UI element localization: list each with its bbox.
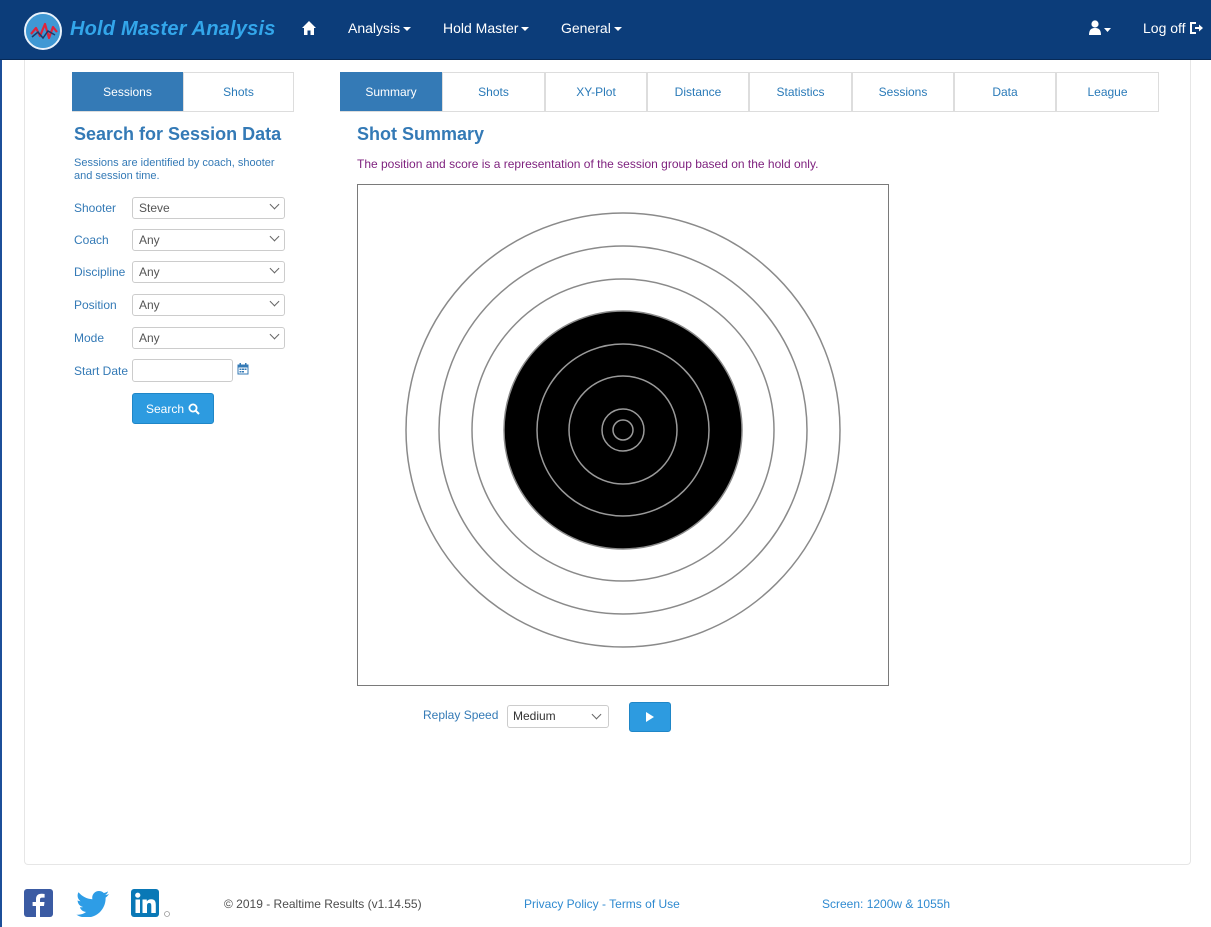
- terms-of-use-link[interactable]: Terms of Use: [609, 897, 680, 911]
- caret-down-icon: [1104, 28, 1111, 32]
- tab-label: Distance: [674, 85, 722, 99]
- tab-label: Sessions: [878, 85, 928, 99]
- user-menu[interactable]: [1089, 20, 1117, 39]
- search-button-label: Search: [145, 401, 185, 416]
- chevron-down-icon: [269, 296, 280, 307]
- discipline-select[interactable]: Any: [132, 261, 285, 283]
- coach-label: Coach: [74, 233, 109, 247]
- page-subtitle: The position and score is a representati…: [357, 157, 819, 171]
- shooting-target-icon: [405, 212, 841, 648]
- shooter-select-value: Steve: [139, 201, 170, 215]
- logoff-link[interactable]: Log off: [1143, 20, 1204, 36]
- top-navbar: Hold Master Analysis Analysis Hold Maste…: [0, 0, 1211, 60]
- tab-shots[interactable]: Shots: [442, 72, 545, 111]
- mode-select-value: Any: [139, 331, 160, 345]
- start-date-label: Start Date: [74, 364, 129, 378]
- chevron-down-icon: [591, 709, 602, 720]
- copyright-text: © 2019 - Realtime Results (v1.14.55): [224, 897, 422, 911]
- tab-data[interactable]: Data: [954, 72, 1056, 111]
- nav-menu-general[interactable]: General: [561, 20, 622, 36]
- discipline-select-value: Any: [139, 265, 160, 279]
- brand-logo-icon[interactable]: [24, 12, 62, 50]
- linkedin-icon[interactable]: [131, 889, 173, 920]
- privacy-policy-link[interactable]: Privacy Policy: [524, 897, 599, 911]
- replay-speed-select[interactable]: Medium: [507, 705, 609, 728]
- tab-label: Sessions: [103, 85, 152, 99]
- logoff-label: Log off: [1143, 20, 1186, 36]
- start-date-input[interactable]: [132, 359, 233, 382]
- tab-summary[interactable]: Summary: [340, 72, 442, 111]
- page-title: Shot Summary: [357, 124, 485, 144]
- play-button[interactable]: [629, 702, 671, 732]
- facebook-icon[interactable]: [24, 889, 53, 920]
- tab-label: Statistics: [776, 85, 825, 99]
- tab-xy-plot[interactable]: XY-Plot: [545, 72, 647, 111]
- shooter-label: Shooter: [74, 201, 117, 215]
- position-select-value: Any: [139, 298, 160, 312]
- nav-menu-analysis[interactable]: Analysis: [348, 20, 412, 36]
- legal-links: Privacy Policy - Terms of Use: [524, 897, 680, 911]
- target-view[interactable]: [357, 184, 889, 686]
- search-icon: [188, 403, 200, 415]
- brand-title[interactable]: Hold Master Analysis: [70, 18, 276, 41]
- position-select[interactable]: Any: [132, 294, 285, 316]
- caret-down-icon: [403, 27, 412, 31]
- left-frame-border: [0, 60, 8, 927]
- coach-select-value: Any: [139, 233, 160, 247]
- tab-sessions-left[interactable]: Sessions: [72, 72, 183, 111]
- screen-size-info: Screen: 1200w & 1055h: [822, 897, 951, 911]
- coach-select[interactable]: Any: [132, 229, 285, 251]
- search-button[interactable]: Search: [132, 393, 214, 424]
- chevron-down-icon: [269, 263, 280, 274]
- nav-menu-hold-master-label: Hold Master: [443, 20, 519, 36]
- tab-label: XY-Plot: [576, 85, 616, 99]
- position-label: Position: [74, 298, 117, 312]
- search-title: Search for Session Data: [74, 124, 282, 144]
- chevron-down-icon: [269, 329, 280, 340]
- mode-select[interactable]: Any: [132, 327, 285, 349]
- legal-separator: -: [598, 897, 610, 911]
- user-icon: [1089, 20, 1111, 35]
- play-icon: [646, 712, 654, 722]
- tab-label: Shots: [478, 85, 509, 99]
- tab-distance[interactable]: Distance: [647, 72, 749, 111]
- replay-speed-value: Medium: [513, 709, 556, 723]
- twitter-icon[interactable]: [76, 891, 109, 920]
- tab-league[interactable]: League: [1056, 72, 1159, 111]
- tab-label: Summary: [365, 85, 417, 99]
- replay-speed-label: Replay Speed: [423, 708, 499, 722]
- nav-menu-hold-master[interactable]: Hold Master: [443, 20, 530, 36]
- search-description: Sessions are identified by coach, shoote…: [74, 157, 275, 182]
- shooter-select[interactable]: Steve: [132, 197, 285, 219]
- discipline-label: Discipline: [74, 265, 126, 279]
- caret-down-icon: [613, 27, 622, 31]
- chevron-down-icon: [269, 231, 280, 242]
- tab-sessions[interactable]: Sessions: [852, 72, 954, 111]
- tab-label: Data: [992, 85, 1018, 99]
- caret-down-icon: [521, 27, 530, 31]
- tab-divider: [72, 111, 294, 112]
- sign-out-icon: [1190, 22, 1204, 34]
- calendar-icon[interactable]: [237, 363, 249, 378]
- tab-label: League: [1087, 85, 1128, 99]
- nav-menu-general-label: General: [561, 20, 611, 36]
- tab-label: Shots: [223, 85, 254, 99]
- tab-divider: [340, 111, 1159, 112]
- home-icon[interactable]: [301, 20, 317, 36]
- nav-menu-analysis-label: Analysis: [348, 20, 401, 36]
- mode-label: Mode: [74, 331, 105, 345]
- tab-statistics[interactable]: Statistics: [749, 72, 852, 111]
- tab-shots-left[interactable]: Shots: [183, 72, 294, 111]
- chevron-down-icon: [269, 199, 280, 210]
